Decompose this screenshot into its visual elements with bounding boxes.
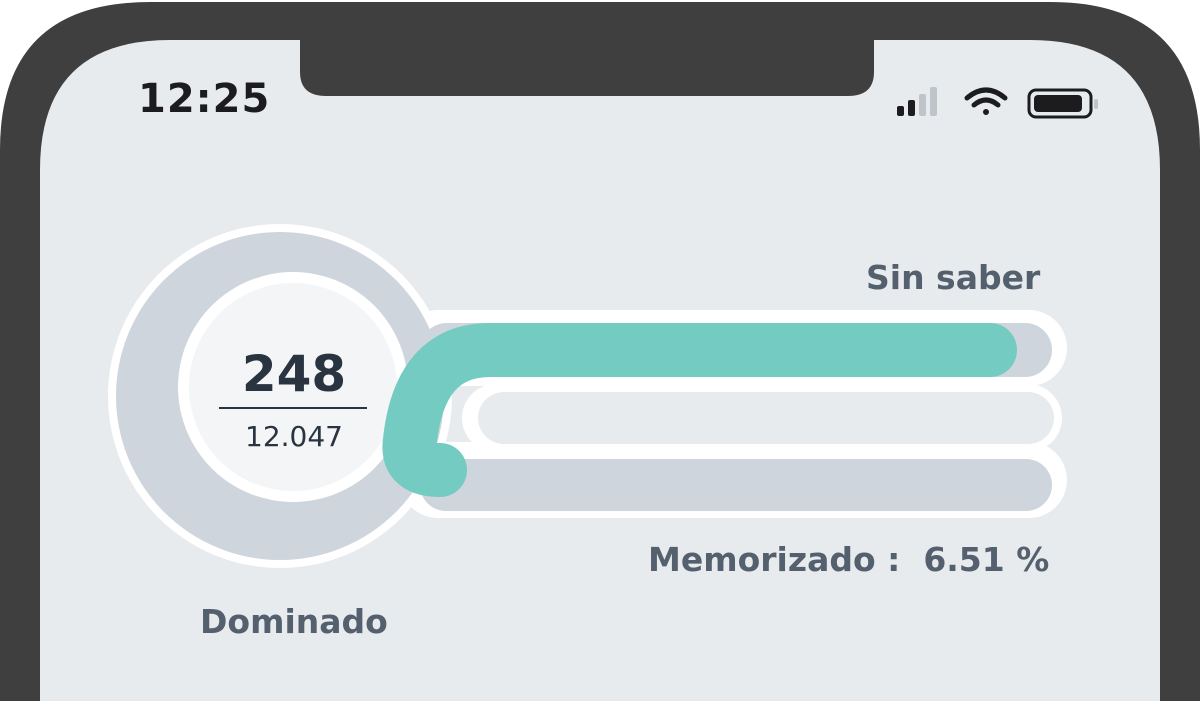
progress-gauge — [108, 224, 1067, 568]
progress-track-bottom — [420, 459, 1052, 511]
memorized-label: Memorizado : — [648, 540, 901, 579]
memorized-value: 6.51 % — [923, 540, 1050, 579]
fraction-divider — [219, 407, 367, 409]
memorized-stat: Memorizado : 6.51 % — [648, 540, 1049, 579]
mastered-label: Dominado — [200, 602, 388, 641]
mastered-count: 248 — [241, 345, 347, 403]
unknown-label: Sin saber — [866, 258, 1041, 297]
total-count: 12.047 — [245, 420, 343, 453]
